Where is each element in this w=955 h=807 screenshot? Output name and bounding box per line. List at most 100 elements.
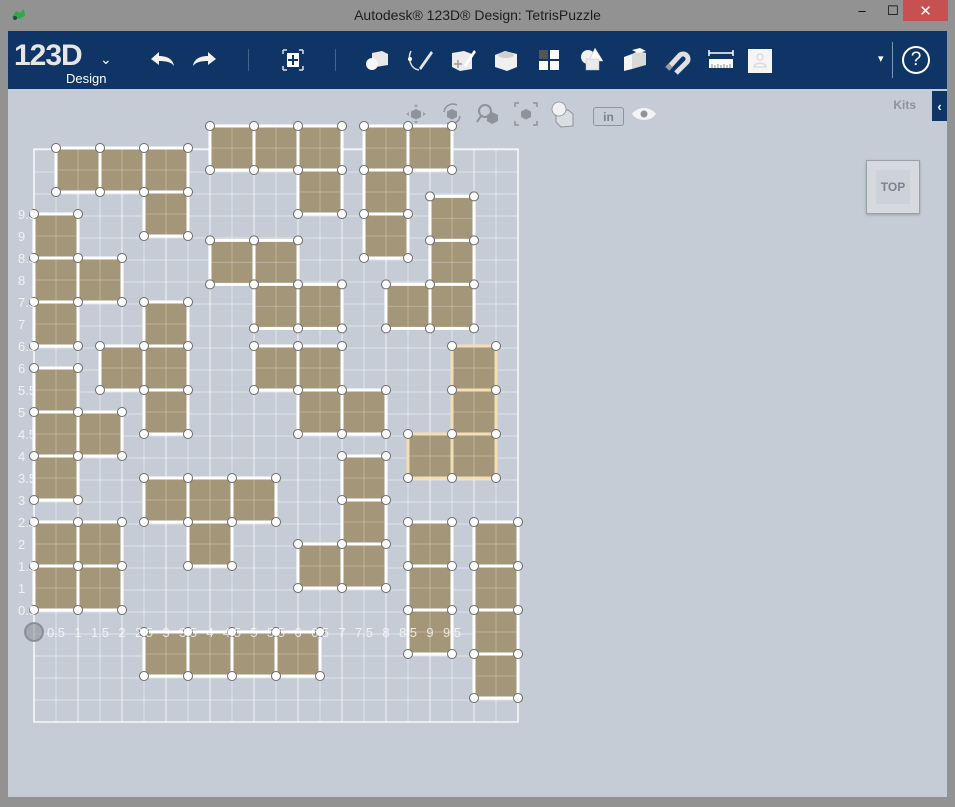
vertex-handle[interactable] bbox=[359, 121, 369, 131]
vertex-handle[interactable] bbox=[469, 323, 479, 334]
vertex-handle[interactable] bbox=[337, 165, 347, 175]
vertex-handle[interactable] bbox=[271, 671, 281, 681]
vertex-handle[interactable] bbox=[293, 385, 303, 395]
help-button[interactable]: ? bbox=[902, 46, 930, 74]
vertex-handle[interactable] bbox=[51, 143, 61, 153]
close-button[interactable]: ✕ bbox=[903, 0, 948, 21]
vertex-handle[interactable] bbox=[403, 649, 413, 659]
vertex-handle[interactable] bbox=[359, 209, 369, 219]
vertex-handle[interactable] bbox=[183, 297, 193, 307]
vertex-handle[interactable] bbox=[73, 517, 83, 527]
vertex-handle[interactable] bbox=[227, 473, 237, 483]
vertex-handle[interactable] bbox=[337, 451, 347, 461]
vertex-handle[interactable] bbox=[183, 671, 193, 681]
vertex-handle[interactable] bbox=[51, 187, 61, 197]
vertex-handle[interactable] bbox=[139, 473, 149, 483]
vertex-handle[interactable] bbox=[73, 407, 83, 417]
vertex-handle[interactable] bbox=[447, 605, 457, 615]
vertex-handle[interactable] bbox=[73, 495, 83, 505]
vertex-handle[interactable] bbox=[469, 561, 479, 571]
vertex-handle[interactable] bbox=[117, 605, 127, 615]
vertex-handle[interactable] bbox=[403, 517, 413, 527]
vertex-handle[interactable] bbox=[117, 517, 127, 527]
vertex-handle[interactable] bbox=[359, 253, 369, 263]
vertex-handle[interactable] bbox=[249, 341, 259, 351]
vertex-handle[interactable] bbox=[403, 605, 413, 615]
vertex-handle[interactable] bbox=[425, 323, 435, 334]
vertex-handle[interactable] bbox=[469, 279, 479, 290]
vertex-handle[interactable] bbox=[183, 187, 193, 197]
vertex-handle[interactable] bbox=[139, 231, 149, 241]
viewport-canvas[interactable]: in Kits ‹ TOP 0.5 1 1.5 2 2.5 3 3.5 4 4.5 5 5.5 6 6.… bbox=[8, 89, 947, 797]
vertex-handle[interactable] bbox=[205, 165, 215, 175]
vertex-handle[interactable] bbox=[183, 429, 193, 439]
vertex-handle[interactable] bbox=[227, 561, 237, 571]
vertex-handle[interactable] bbox=[205, 279, 215, 290]
vertex-handle[interactable] bbox=[183, 385, 193, 395]
vertex-handle[interactable] bbox=[447, 385, 457, 395]
vertex-handle[interactable] bbox=[469, 517, 479, 527]
vertex-handle[interactable] bbox=[139, 187, 149, 197]
vertex-handle[interactable] bbox=[249, 165, 259, 175]
vertex-handle[interactable] bbox=[425, 279, 435, 290]
vertex-handle[interactable] bbox=[95, 143, 105, 153]
vertex-handle[interactable] bbox=[403, 561, 413, 571]
vertex-handle[interactable] bbox=[139, 517, 149, 527]
undo-icon[interactable] bbox=[147, 45, 177, 75]
vertex-handle[interactable] bbox=[337, 323, 347, 334]
vertex-handle[interactable] bbox=[183, 143, 193, 153]
vertex-handle[interactable] bbox=[139, 429, 149, 439]
tetris-piece-I3[interactable] bbox=[469, 517, 523, 703]
vertex-handle[interactable] bbox=[337, 385, 347, 395]
vertex-handle[interactable] bbox=[293, 279, 303, 290]
vertex-handle[interactable] bbox=[139, 341, 149, 351]
vertex-handle[interactable] bbox=[95, 341, 105, 351]
combine-icon[interactable] bbox=[620, 45, 650, 75]
vertex-handle[interactable] bbox=[337, 429, 347, 439]
sketch-icon[interactable] bbox=[405, 45, 435, 75]
snap-icon[interactable] bbox=[663, 45, 693, 75]
construct-icon[interactable] bbox=[448, 45, 478, 75]
vertex-handle[interactable] bbox=[117, 297, 127, 307]
tetris-piece-J1[interactable] bbox=[293, 451, 391, 593]
vertex-handle[interactable] bbox=[491, 473, 501, 483]
vertex-handle[interactable] bbox=[359, 165, 369, 175]
vertex-handle[interactable] bbox=[139, 297, 149, 307]
vertex-handle[interactable] bbox=[249, 235, 259, 246]
vertex-handle[interactable] bbox=[293, 235, 303, 246]
vertex-handle[interactable] bbox=[337, 539, 347, 549]
vertex-handle[interactable] bbox=[139, 671, 149, 681]
vertex-handle[interactable] bbox=[447, 429, 457, 439]
vertex-handle[interactable] bbox=[469, 191, 479, 202]
measure-icon[interactable] bbox=[706, 45, 736, 75]
vertex-handle[interactable] bbox=[381, 279, 391, 290]
vertex-handle[interactable] bbox=[337, 209, 347, 219]
vertex-handle[interactable] bbox=[337, 279, 347, 290]
primitives-icon[interactable] bbox=[362, 45, 392, 75]
vertex-handle[interactable] bbox=[73, 297, 83, 307]
vertex-handle[interactable] bbox=[183, 561, 193, 571]
vertex-handle[interactable] bbox=[95, 187, 105, 197]
vertex-handle[interactable] bbox=[381, 451, 391, 461]
vertex-handle[interactable] bbox=[293, 539, 303, 549]
vertex-handle[interactable] bbox=[469, 693, 479, 703]
vertex-handle[interactable] bbox=[249, 323, 259, 334]
material-icon[interactable] bbox=[745, 45, 775, 75]
vertex-handle[interactable] bbox=[271, 517, 281, 527]
vertex-handle[interactable] bbox=[29, 363, 39, 373]
workplane-grid[interactable]: 0.5 1 1.5 2 2.5 3 3.5 4 4.5 5 5.5 6 6.5 7 7.5 8 8.5 9 9.5 0… bbox=[8, 89, 947, 797]
vertex-handle[interactable] bbox=[381, 539, 391, 549]
vertex-handle[interactable] bbox=[469, 235, 479, 246]
vertex-handle[interactable] bbox=[403, 473, 413, 483]
vertex-handle[interactable] bbox=[293, 429, 303, 439]
vertex-handle[interactable] bbox=[403, 209, 413, 219]
pattern-icon[interactable] bbox=[534, 45, 564, 75]
vertex-handle[interactable] bbox=[513, 517, 523, 527]
vertex-handle[interactable] bbox=[513, 605, 523, 615]
vertex-handle[interactable] bbox=[447, 517, 457, 527]
vertex-handle[interactable] bbox=[403, 121, 413, 131]
vertex-handle[interactable] bbox=[73, 561, 83, 571]
vertex-handle[interactable] bbox=[293, 165, 303, 175]
vertex-handle[interactable] bbox=[139, 385, 149, 395]
vertex-handle[interactable] bbox=[293, 121, 303, 131]
